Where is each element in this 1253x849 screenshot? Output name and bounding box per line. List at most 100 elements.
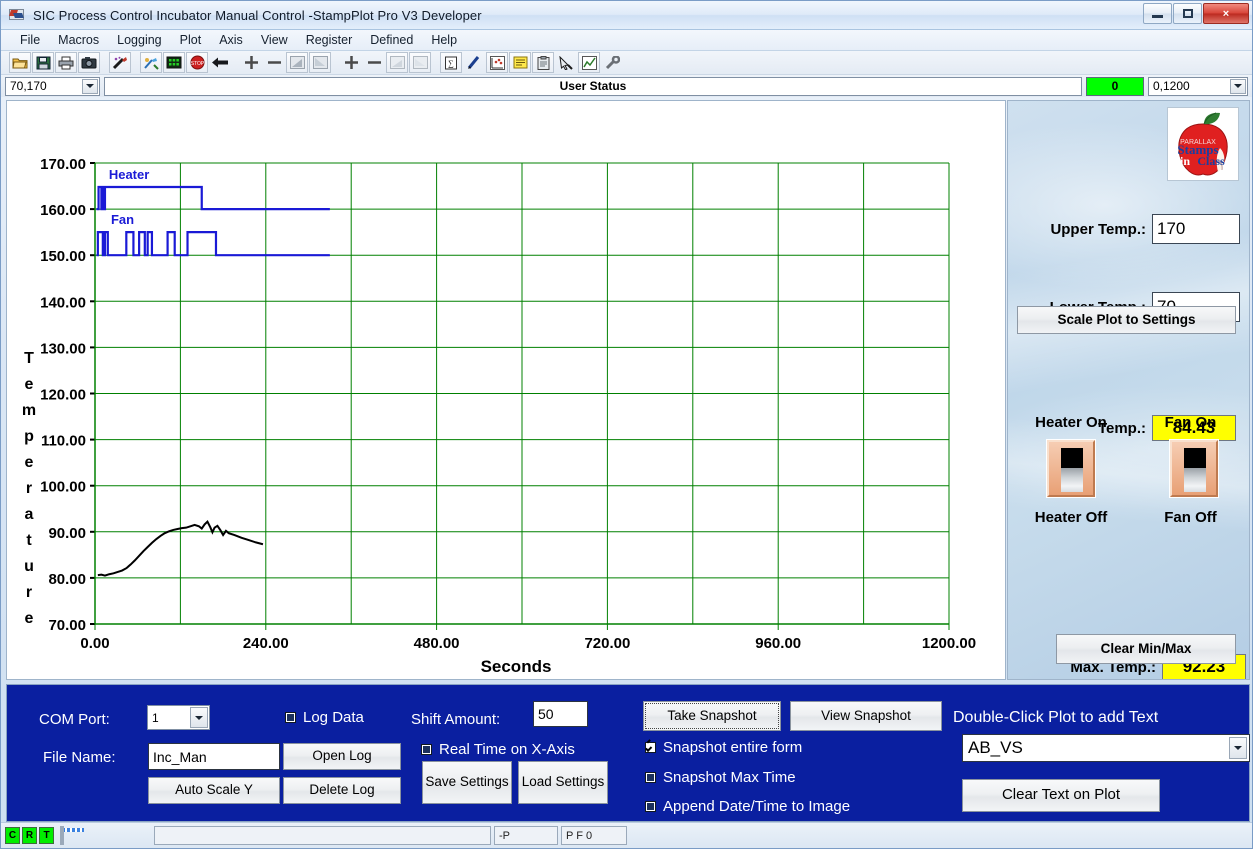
svg-text:e: e <box>25 376 34 393</box>
checkbox-box[interactable] <box>645 772 656 783</box>
menu-item-macros[interactable]: Macros <box>49 31 108 49</box>
svg-text:Class: Class <box>1197 154 1225 168</box>
append-datetime-checkbox[interactable]: Append Date/Time to Image <box>645 798 850 815</box>
open-log-button[interactable]: Open Log <box>283 743 401 770</box>
camera-icon[interactable] <box>78 52 100 73</box>
menu-item-logging[interactable]: Logging <box>108 31 171 49</box>
snapshot-entire-form-checkbox[interactable]: Snapshot entire form <box>645 739 802 756</box>
zoom-in-y-icon[interactable] <box>240 52 262 73</box>
x-range-combo[interactable]: 0,1200 <box>1148 76 1248 96</box>
pointer-icon[interactable] <box>555 52 577 73</box>
append-datetime-label: Append Date/Time to Image <box>663 798 851 815</box>
svg-text:120.00: 120.00 <box>40 387 86 404</box>
pen-icon[interactable] <box>463 52 485 73</box>
menu-item-axis[interactable]: Axis <box>210 31 252 49</box>
take-snapshot-button[interactable]: Take Snapshot <box>643 701 781 731</box>
export-pdf-icon[interactable]: ∑ <box>440 52 462 73</box>
clear-text-on-plot-button[interactable]: Clear Text on Plot <box>962 779 1160 812</box>
svg-text:960.00: 960.00 <box>755 635 801 652</box>
svg-text:70.00: 70.00 <box>48 617 86 634</box>
display-icon[interactable] <box>163 52 185 73</box>
clear-minmax-button[interactable]: Clear Min/Max <box>1056 634 1236 664</box>
save-icon[interactable] <box>32 52 54 73</box>
checkbox-box[interactable] <box>285 712 296 723</box>
menu-item-plot[interactable]: Plot <box>171 31 211 49</box>
com-port-combo[interactable]: 1 <box>147 705 210 730</box>
chevron-down-icon[interactable] <box>1229 737 1247 759</box>
zoom-in-x-icon[interactable] <box>340 52 362 73</box>
zoom-out-x-icon[interactable] <box>363 52 385 73</box>
upper-temp-input[interactable]: 170 <box>1152 214 1240 244</box>
svg-text:r: r <box>26 584 32 601</box>
x-range-value: 0,1200 <box>1153 79 1190 93</box>
log-data-checkbox[interactable]: Log Data <box>285 709 364 726</box>
plot-text-combo[interactable]: AB_VS <box>962 734 1250 762</box>
checkbox-box[interactable] <box>645 742 656 753</box>
minimize-button[interactable] <box>1143 3 1172 24</box>
open-file-icon[interactable] <box>9 52 31 73</box>
save-settings-button[interactable]: Save Settings <box>422 761 512 804</box>
svg-text:Fan: Fan <box>111 212 134 227</box>
menu-item-help[interactable]: Help <box>422 31 466 49</box>
file-name-input[interactable]: Inc_Man <box>148 743 280 770</box>
menu-bar: File Macros Logging Plot Axis View Regis… <box>1 30 1252 51</box>
menu-item-view[interactable]: View <box>252 31 297 49</box>
green-value-indicator: 0 <box>1086 76 1144 96</box>
temperature-plot[interactable]: 70.00 80.00 90.00 100.00 110.00 120.00 130.00 1… <box>7 101 1005 679</box>
shift-left-icon[interactable] <box>386 52 408 73</box>
connect-icon[interactable] <box>140 52 162 73</box>
user-status-field[interactable]: User Status <box>104 76 1082 96</box>
menu-item-defined[interactable]: Defined <box>361 31 422 49</box>
svg-text:480.00: 480.00 <box>414 635 460 652</box>
clipboard-icon[interactable] <box>532 52 554 73</box>
zoom-out-y-icon[interactable] <box>263 52 285 73</box>
shift-down-icon[interactable] <box>309 52 331 73</box>
snapshot-max-time-checkbox[interactable]: Snapshot Max Time <box>645 769 796 786</box>
trend-icon[interactable] <box>578 52 600 73</box>
y-range-combo[interactable]: 70,170 <box>5 76 100 96</box>
auto-scale-y-button[interactable]: Auto Scale Y <box>148 777 280 804</box>
plot-panel[interactable]: 70.00 80.00 90.00 100.00 110.00 120.00 130.00 1… <box>6 100 1006 680</box>
transfer-progress <box>60 825 148 845</box>
load-settings-button[interactable]: Load Settings <box>518 761 608 804</box>
svg-text:e: e <box>25 454 34 471</box>
data-points-icon[interactable] <box>486 52 508 73</box>
menu-item-file[interactable]: File <box>11 31 49 49</box>
scale-plot-button[interactable]: Scale Plot to Settings <box>1017 306 1236 334</box>
wand-icon[interactable] <box>109 52 131 73</box>
fan-switch-lever[interactable] <box>1184 468 1206 492</box>
stop-icon[interactable]: STOP <box>186 52 208 73</box>
chevron-down-icon[interactable] <box>190 707 208 728</box>
heater-switch-lever[interactable] <box>1061 468 1083 492</box>
double-click-hint: Double-Click Plot to add Text <box>953 709 1159 726</box>
svg-text:r: r <box>26 480 32 497</box>
back-arrow-icon[interactable] <box>209 52 231 73</box>
real-time-checkbox[interactable]: Real Time on X-Axis <box>421 741 575 758</box>
shift-right-icon[interactable] <box>409 52 431 73</box>
menu-item-register[interactable]: Register <box>297 31 362 49</box>
checkbox-box[interactable] <box>421 744 432 755</box>
svg-text:m: m <box>22 402 36 419</box>
svg-text:Heater: Heater <box>109 167 149 182</box>
control-sidebar: PARALLAX Stamps in Class Upper Temp.: 17… <box>1007 100 1250 680</box>
delete-log-button[interactable]: Delete Log <box>283 777 401 804</box>
maximize-button[interactable] <box>1173 3 1202 24</box>
close-button[interactable]: × <box>1203 3 1249 24</box>
chevron-down-icon[interactable] <box>82 78 98 94</box>
status-cell-pf: P F 0 <box>561 826 627 845</box>
shift-amount-label: Shift Amount: <box>411 711 501 728</box>
svg-text:a: a <box>25 506 34 523</box>
shift-up-icon[interactable] <box>286 52 308 73</box>
view-snapshot-button[interactable]: View Snapshot <box>790 701 942 731</box>
fan-toggle-switch[interactable] <box>1170 440 1218 497</box>
checkbox-box[interactable] <box>645 801 656 812</box>
save-settings-label: Save Settings <box>425 774 509 790</box>
heater-toggle-switch[interactable] <box>1047 440 1095 497</box>
wrench-icon[interactable] <box>601 52 623 73</box>
notes-icon[interactable] <box>509 52 531 73</box>
svg-text:p: p <box>24 428 34 445</box>
print-icon[interactable] <box>55 52 77 73</box>
chevron-down-icon[interactable] <box>1230 78 1246 94</box>
svg-text:110.00: 110.00 <box>41 433 86 450</box>
shift-amount-input[interactable]: 50 <box>533 701 588 727</box>
